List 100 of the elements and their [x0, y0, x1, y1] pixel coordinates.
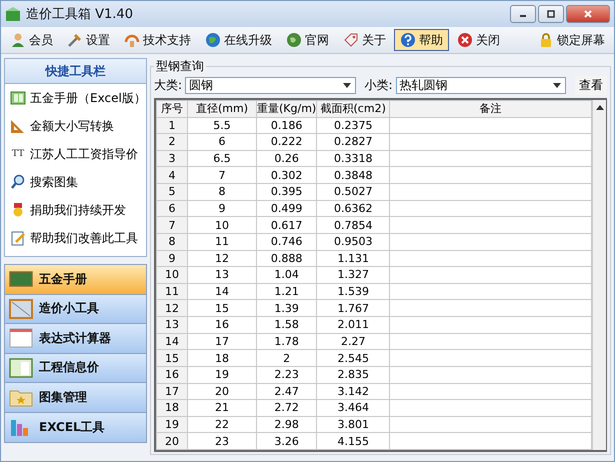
table-cell: 14 — [188, 283, 256, 300]
maximize-icon — [546, 9, 556, 19]
nav-tab[interactable]: 工程信息价 — [5, 354, 146, 383]
nav-tab[interactable]: 表达式计算器 — [5, 324, 146, 354]
toolbar-button[interactable]: 设置 — [61, 29, 116, 51]
quick-tool-label: 帮助我们改善此工具 — [30, 230, 138, 246]
table-cell: 10 — [188, 216, 256, 234]
table-cell: 0.222 — [256, 134, 317, 150]
row-number: 3 — [156, 150, 188, 167]
subcategory-dropdown[interactable]: 热轧圆钢 — [396, 76, 566, 94]
minimize-button[interactable] — [510, 5, 536, 23]
table-cell: 3.464 — [316, 400, 390, 416]
column-header: 重量(Kg/m) — [256, 100, 317, 117]
table-cell: 2.23 — [256, 366, 317, 383]
column-header: 备注 — [390, 100, 592, 117]
table-cell: 1.539 — [316, 283, 390, 300]
quick-tool-label: 金额大小写转换 — [30, 118, 114, 134]
view-button[interactable]: 查看 — [575, 76, 607, 94]
text-icon: TT — [10, 149, 26, 159]
table-cell: 21 — [188, 400, 256, 416]
toolbar-button[interactable]: 技术支持 — [118, 29, 197, 51]
row-number: 20 — [156, 432, 188, 450]
quick-tool-link[interactable]: TT 江苏人工工资指导价 — [5, 140, 146, 168]
caret-icon — [553, 82, 561, 88]
table-cell: 0.3318 — [316, 150, 390, 167]
table-cell: 8 — [188, 184, 256, 200]
app-icon — [5, 6, 21, 22]
table-cell: 16 — [188, 316, 256, 334]
nav-tab[interactable]: 造价小工具 — [5, 294, 146, 324]
maximize-button[interactable] — [538, 5, 564, 23]
table-cell: 20 — [188, 383, 256, 400]
caret-icon — [342, 82, 350, 88]
row-number: 1 — [156, 117, 188, 134]
table-icon — [9, 358, 33, 378]
row-number: 12 — [156, 300, 188, 316]
table-cell: 2.011 — [316, 316, 390, 334]
quick-tool-link[interactable]: 五金手册（Excel版） — [5, 84, 146, 112]
quick-tool-link[interactable]: 帮助我们改善此工具 — [5, 224, 146, 252]
category-dropdown[interactable]: 圆钢 — [185, 76, 356, 94]
quick-tool-link[interactable]: 捐助我们持续开发 — [5, 196, 146, 224]
field-label: 大类: — [154, 76, 182, 94]
toolbar-button[interactable]: 会员 — [4, 29, 59, 51]
table-cell: 13 — [188, 266, 256, 284]
globe-icon — [205, 32, 221, 48]
table-cell: 0.499 — [256, 200, 317, 217]
row-number: 9 — [156, 250, 188, 267]
table-cell: 0.6362 — [316, 200, 390, 217]
table-cell: 18 — [188, 350, 256, 366]
edit-icon — [10, 230, 26, 246]
quick-tool-link[interactable]: 搜索图集 — [5, 168, 146, 196]
padlock-icon — [538, 32, 554, 48]
toolbar-button[interactable]: 帮助 — [394, 29, 449, 51]
field-label: 小类: — [364, 76, 393, 94]
nav-tab[interactable]: EXCEL工具 — [5, 412, 146, 442]
close-icon — [583, 9, 593, 19]
row-number: 11 — [156, 283, 188, 300]
table-cell: 5.5 — [188, 117, 256, 134]
table-cell: 6.5 — [188, 150, 256, 167]
toolbar-button[interactable]: 关闭 — [451, 29, 506, 51]
table-cell: 22 — [188, 416, 256, 433]
row-number: 13 — [156, 316, 188, 334]
table-cell: 0.2375 — [316, 117, 390, 134]
book-icon — [10, 90, 26, 106]
panel-header: 快捷工具栏 — [5, 59, 146, 84]
table-cell: 1.78 — [256, 333, 317, 350]
table-cell: 3.26 — [256, 432, 317, 450]
row-number: 6 — [156, 200, 188, 217]
column-header: 截面积(cm2) — [316, 100, 390, 117]
table-cell: 4.155 — [316, 432, 390, 450]
scrollbar[interactable] — [592, 100, 606, 450]
table-cell: 0.2827 — [316, 134, 390, 150]
table-cell: 2.27 — [316, 333, 390, 350]
table-cell: 11 — [188, 233, 256, 250]
table-cell: 0.9503 — [316, 233, 390, 250]
table-cell: 1.131 — [316, 250, 390, 267]
toolbar-button[interactable]: 官网 — [280, 29, 335, 51]
search-icon — [10, 174, 26, 190]
row-number: 10 — [156, 266, 188, 284]
table-cell: 23 — [188, 432, 256, 450]
table-cell: 7 — [188, 166, 256, 184]
table-cell: 0.3848 — [316, 166, 390, 184]
table-cell: 1.21 — [256, 283, 317, 300]
table-cell: 0.5027 — [316, 184, 390, 200]
table-cell: 1.58 — [256, 316, 317, 334]
lock-screen-button[interactable]: 锁定屏幕 — [532, 29, 611, 51]
toolbar-button[interactable]: 在线升级 — [199, 29, 278, 51]
nav-tab[interactable]: 五金手册 — [5, 265, 146, 294]
close-button[interactable] — [566, 5, 610, 23]
row-number: 19 — [156, 416, 188, 433]
person-icon — [10, 32, 26, 48]
scroll-up-icon — [596, 105, 604, 110]
quick-tool-label: 五金手册（Excel版） — [30, 90, 146, 106]
toolbar-button[interactable]: 关于 — [337, 29, 392, 51]
nav-tab[interactable]: 图集管理 — [5, 383, 146, 412]
table-cell: 1.04 — [256, 266, 317, 284]
row-number: 15 — [156, 350, 188, 366]
row-number: 18 — [156, 400, 188, 416]
table-cell: 3.142 — [316, 383, 390, 400]
table-cell: 2 — [256, 350, 317, 366]
quick-tool-link[interactable]: 金额大小写转换 — [5, 112, 146, 140]
